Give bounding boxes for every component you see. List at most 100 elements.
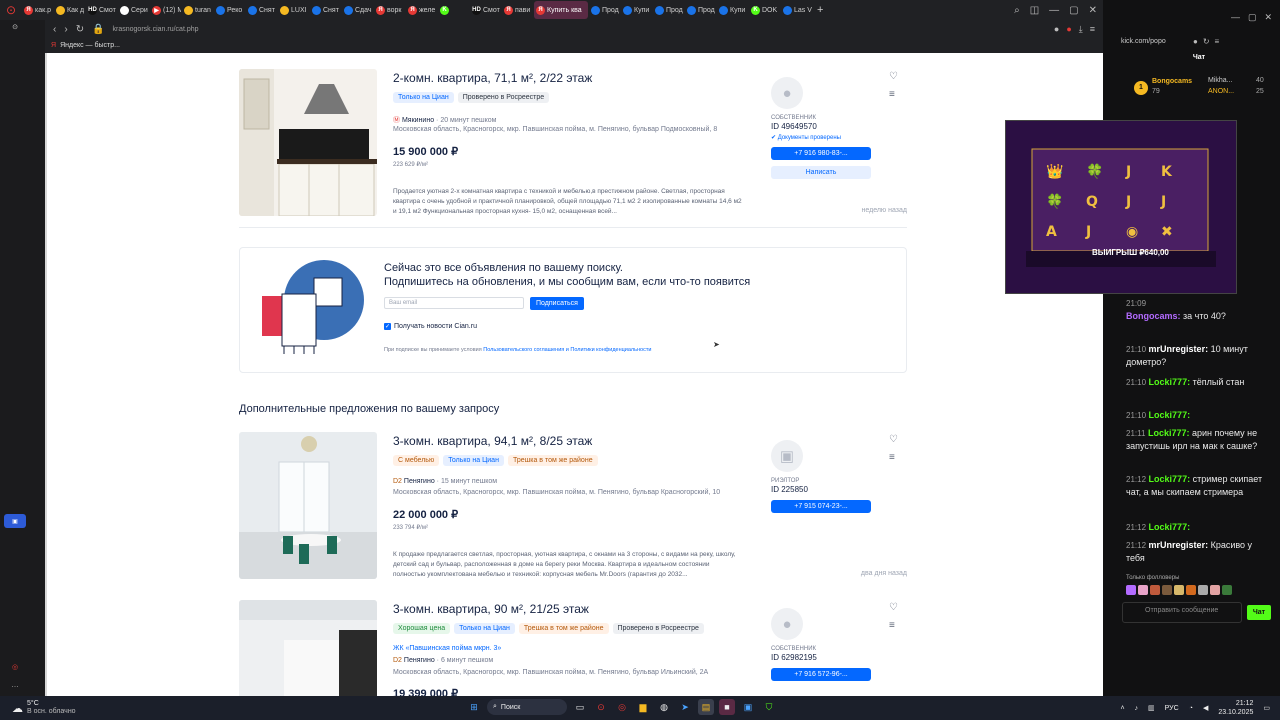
- browser-tab[interactable]: Сдач: [342, 1, 373, 19]
- emote-icon[interactable]: [1126, 585, 1136, 595]
- listing-photo[interactable]: [239, 600, 377, 696]
- telegram-icon[interactable]: ➤: [677, 699, 693, 715]
- back-icon[interactable]: ‹: [53, 24, 56, 35]
- opera-icon[interactable]: ◎: [614, 699, 630, 715]
- emote-icon[interactable]: [1222, 585, 1232, 595]
- browser-tab[interactable]: Прод: [589, 1, 620, 19]
- browser-tab[interactable]: Реко: [214, 1, 245, 19]
- stream-video[interactable]: 👑 🍀 J K 🍀 Q J J A J ◉ ✖ ВЫИГРЫШ ₽640,00: [1005, 120, 1237, 294]
- message-user[interactable]: mrUnregister:: [1149, 540, 1209, 550]
- sidebar-logo-icon[interactable]: ⊙: [4, 20, 26, 34]
- bookmark-yandex[interactable]: Яндекс — быстр...: [60, 42, 120, 49]
- monitor-icon[interactable]: ▣: [740, 699, 756, 715]
- browser-tab[interactable]: ▶ Сери: [118, 1, 149, 19]
- show-phone-button[interactable]: +7 916 980-83-...: [771, 147, 871, 160]
- minimize-button[interactable]: —: [1049, 5, 1059, 16]
- extension-icon[interactable]: ●: [1054, 24, 1059, 35]
- search-icon[interactable]: ⌕: [1014, 5, 1020, 16]
- url-text[interactable]: krasnogorsk.cian.ru/cat.php: [113, 26, 199, 33]
- message-user[interactable]: Locki777:: [1149, 377, 1191, 387]
- language-indicator[interactable]: РУС: [1165, 705, 1179, 712]
- browser-tab[interactable]: Как д: [54, 1, 85, 19]
- notifications-icon[interactable]: ▭: [1263, 704, 1270, 712]
- listing-card[interactable]: 3-комн. квартира, 94,1 м², 8/25 этаж С м…: [239, 432, 907, 592]
- menu-icon[interactable]: ≡: [1090, 24, 1095, 35]
- menu-icon[interactable]: ≡: [1215, 37, 1220, 46]
- message-user[interactable]: Locki777:: [1149, 474, 1191, 484]
- extensions-icon[interactable]: ◫: [1030, 5, 1039, 16]
- start-icon[interactable]: ⊞: [466, 699, 482, 715]
- notes-icon[interactable]: ▤: [698, 699, 714, 715]
- forward-icon[interactable]: ›: [64, 24, 67, 35]
- favorite-icon[interactable]: ♡: [889, 602, 898, 613]
- shield-icon[interactable]: ⛉: [761, 699, 777, 715]
- listing-title[interactable]: 2-комн. квартира, 71,1 м², 2/22 этаж: [393, 71, 592, 85]
- browser-tab[interactable]: Снят: [310, 1, 341, 19]
- chat-input[interactable]: Отправить сообщение: [1122, 602, 1242, 623]
- extension-icon[interactable]: ●: [1193, 37, 1198, 46]
- news-checkbox[interactable]: ✓ Получать новости Cian.ru: [384, 323, 477, 330]
- weather-widget[interactable]: ☁ 5°C В осн. облачно: [12, 700, 76, 716]
- reload-icon[interactable]: ↻: [76, 24, 84, 35]
- message-user[interactable]: mrUnregister:: [1149, 344, 1209, 354]
- mic-icon[interactable]: ♪: [1135, 705, 1139, 712]
- favorite-icon[interactable]: ♡: [889, 71, 898, 82]
- write-button[interactable]: Написать: [771, 166, 871, 179]
- close-button[interactable]: ✕: [1089, 5, 1097, 16]
- browser-tab[interactable]: K DOK: [749, 1, 780, 19]
- emote-icon[interactable]: [1138, 585, 1148, 595]
- browser-tab[interactable]: Las V: [781, 1, 812, 19]
- clock[interactable]: 21:12 23.10.2025: [1218, 699, 1253, 717]
- show-phone-button[interactable]: +7 916 572-96-...: [771, 668, 871, 681]
- browser-tab[interactable]: Снят: [246, 1, 277, 19]
- listing-title[interactable]: 3-комн. квартира, 90 м², 21/25 этаж: [393, 602, 589, 616]
- kick-url[interactable]: kick.com/popo: [1121, 38, 1166, 45]
- close-button[interactable]: ✕: [1264, 12, 1272, 23]
- browser-tab[interactable]: Яжеле: [406, 1, 437, 19]
- active-app-icon[interactable]: ■: [719, 699, 735, 715]
- compare-icon[interactable]: ≡: [889, 452, 898, 463]
- emote-icon[interactable]: [1174, 585, 1184, 595]
- terms-link[interactable]: Пользовательского соглашения и Политики …: [483, 347, 651, 353]
- message-user[interactable]: Locki777:: [1149, 522, 1191, 532]
- browser-tab[interactable]: K: [438, 1, 469, 19]
- browser-tab[interactable]: ▶ (12) М: [150, 1, 181, 19]
- emote-icon[interactable]: [1198, 585, 1208, 595]
- browser-logo-icon[interactable]: ⊙: [0, 0, 22, 20]
- emote-icon[interactable]: [1162, 585, 1172, 595]
- browser-tab[interactable]: Я Купить ква: [534, 1, 588, 19]
- taskbar-search[interactable]: ⌕ Поиск: [487, 699, 567, 715]
- show-phone-button[interactable]: +7 915 074-23-...: [771, 500, 871, 513]
- reload-icon[interactable]: ↻: [1203, 37, 1210, 46]
- sidebar-more-icon[interactable]: ⋯: [4, 680, 26, 694]
- listing-photo[interactable]: [239, 69, 377, 216]
- complex-link[interactable]: ЖК «Павшинская пойма мкрн. 3»: [393, 645, 501, 652]
- wifi-icon[interactable]: ◔: [1189, 705, 1193, 712]
- message-user[interactable]: Locki777:: [1149, 410, 1191, 420]
- maximize-button[interactable]: ▢: [1248, 12, 1257, 23]
- browser-tab[interactable]: Яворк: [374, 1, 405, 19]
- new-tab-button[interactable]: +: [817, 4, 823, 16]
- chat-send-button[interactable]: Чат: [1247, 605, 1271, 620]
- listing-title[interactable]: 3-комн. квартира, 94,1 м², 8/25 этаж: [393, 434, 592, 448]
- minimize-button[interactable]: —: [1231, 12, 1240, 22]
- folder-icon[interactable]: ▆: [635, 699, 651, 715]
- browser-tab[interactable]: Купи: [717, 1, 748, 19]
- listing-photo[interactable]: [239, 432, 377, 579]
- message-user[interactable]: Bongocams:: [1126, 311, 1181, 321]
- browser-tab[interactable]: Прод: [685, 1, 716, 19]
- sidebar-app-icon[interactable]: ▣: [4, 514, 26, 528]
- compare-icon[interactable]: ≡: [889, 620, 898, 631]
- browser-tab[interactable]: turan: [182, 1, 213, 19]
- listing-card[interactable]: 3-комн. квартира, 90 м², 21/25 этаж Хоро…: [239, 600, 907, 696]
- emote-icon[interactable]: [1150, 585, 1160, 595]
- email-field[interactable]: Ваш email: [384, 297, 524, 309]
- browser-tab[interactable]: Купи: [621, 1, 652, 19]
- subscribe-button[interactable]: Подписаться: [530, 297, 584, 310]
- browser-tab[interactable]: Прод: [653, 1, 684, 19]
- browser-tab[interactable]: Якак.р: [22, 1, 53, 19]
- yandex-browser-icon[interactable]: ⊙: [593, 699, 609, 715]
- browser-tab[interactable]: Япави: [502, 1, 533, 19]
- volume-icon[interactable]: ◀: [1203, 704, 1208, 712]
- browser-tab[interactable]: HD Смот: [86, 1, 117, 19]
